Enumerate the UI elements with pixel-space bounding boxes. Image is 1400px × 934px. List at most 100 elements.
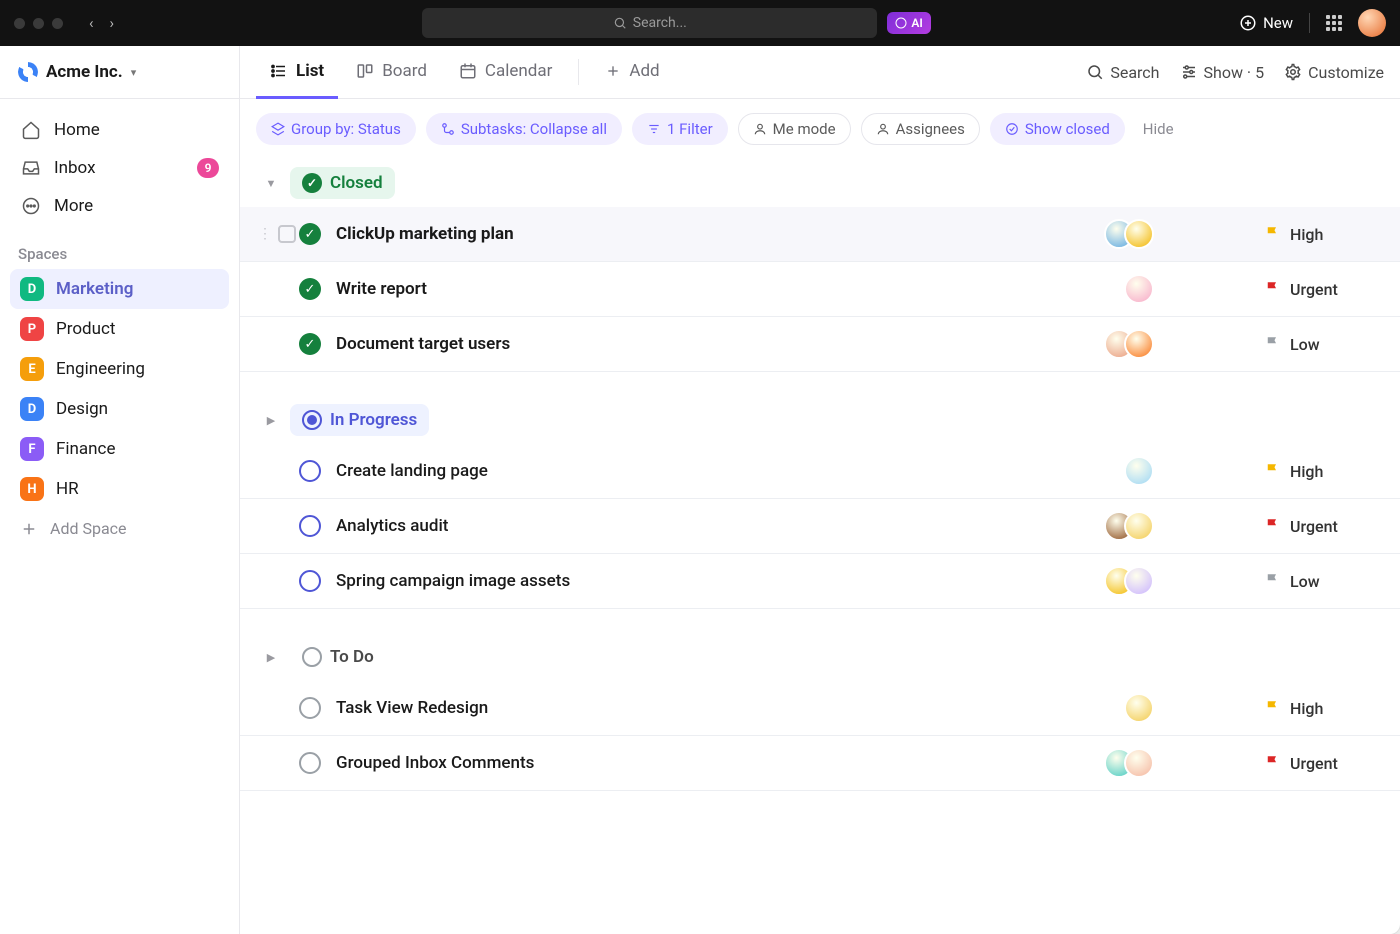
window-traffic-lights [14, 18, 63, 29]
priority[interactable]: High [1264, 462, 1384, 481]
assignees [1104, 748, 1154, 778]
view-show-label: Show · 5 [1204, 63, 1265, 82]
task-row[interactable]: ⋮⋮Task View RedesignHigh [240, 681, 1400, 736]
assignee-avatar[interactable] [1124, 693, 1154, 723]
caret-down-icon[interactable]: ▼ [262, 174, 280, 192]
task-row[interactable]: ⋮⋮Spring campaign image assetsLow [240, 554, 1400, 609]
task-row[interactable]: ⋮⋮Create landing pageHigh [240, 444, 1400, 499]
view-show[interactable]: Show · 5 [1180, 63, 1265, 82]
filter-show-closed[interactable]: Show closed [990, 113, 1125, 145]
calendar-icon [459, 62, 477, 80]
task-checkbox[interactable] [278, 225, 296, 243]
filter-subtasks[interactable]: Subtasks: Collapse all [426, 113, 622, 145]
filter-hide[interactable]: Hide [1143, 120, 1174, 138]
assignee-avatar[interactable] [1124, 566, 1154, 596]
progress-icon [302, 410, 322, 430]
assignee-avatar[interactable] [1124, 219, 1154, 249]
add-space-button[interactable]: Add Space [0, 509, 239, 548]
priority[interactable]: Low [1264, 335, 1384, 354]
filter-me-mode[interactable]: Me mode [738, 113, 851, 145]
back-icon[interactable]: ‹ [89, 14, 94, 32]
ai-button[interactable]: AI [887, 12, 930, 34]
filter-group-by[interactable]: Group by: Status [256, 113, 416, 145]
task-row[interactable]: ⋮⋮Grouped Inbox CommentsUrgent [240, 736, 1400, 791]
assignees [1104, 566, 1154, 596]
nav-inbox[interactable]: Inbox 9 [10, 149, 229, 187]
space-item-finance[interactable]: FFinance [10, 429, 229, 469]
priority[interactable]: Urgent [1264, 754, 1384, 773]
priority[interactable]: High [1264, 699, 1384, 718]
status-closed-icon[interactable]: ✓ [299, 223, 321, 245]
status-pill-in-progress[interactable]: In Progress [290, 404, 429, 436]
assignee-avatar[interactable] [1124, 456, 1154, 486]
nav-more[interactable]: More [10, 187, 229, 225]
status-todo-icon[interactable] [299, 752, 321, 774]
priority[interactable]: Low [1264, 572, 1384, 591]
task-row[interactable]: ⋮⋮Analytics auditUrgent [240, 499, 1400, 554]
task-row[interactable]: ⋮⋮✓Document target usersLow [240, 317, 1400, 372]
priority[interactable]: High [1264, 225, 1384, 244]
caret-right-icon[interactable]: ▶ [262, 648, 280, 666]
space-item-hr[interactable]: HHR [10, 469, 229, 509]
status-in-progress-icon[interactable] [299, 515, 321, 537]
inbox-badge: 9 [197, 158, 219, 178]
space-icon: P [20, 317, 44, 341]
status-closed-icon[interactable]: ✓ [299, 333, 321, 355]
global-search[interactable]: Search... [422, 8, 877, 38]
tab-add-view[interactable]: Add [591, 46, 673, 99]
check-icon: ✓ [302, 173, 322, 193]
assignee-avatar[interactable] [1124, 748, 1154, 778]
tab-list-label: List [296, 61, 324, 81]
new-button[interactable]: New [1239, 14, 1293, 32]
caret-right-icon[interactable]: ▶ [262, 411, 280, 429]
view-search[interactable]: Search [1086, 63, 1159, 82]
flag-icon [1264, 280, 1282, 298]
assignee-avatar[interactable] [1124, 511, 1154, 541]
spaces-list: DMarketingPProductEEngineeringDDesignFFi… [0, 269, 239, 509]
tab-board[interactable]: Board [342, 46, 441, 99]
view-tabs: List Board Calendar Add Search [240, 46, 1400, 99]
assignees [1104, 329, 1154, 359]
filter-assignees[interactable]: Assignees [861, 113, 980, 145]
tab-list[interactable]: List [256, 46, 338, 99]
tab-calendar[interactable]: Calendar [445, 46, 566, 99]
assignee-avatar[interactable] [1124, 329, 1154, 359]
space-icon: D [20, 277, 44, 301]
space-item-product[interactable]: PProduct [10, 309, 229, 349]
status-pill-closed[interactable]: ✓ Closed [290, 167, 395, 199]
space-item-engineering[interactable]: EEngineering [10, 349, 229, 389]
task-row[interactable]: ⋮⋮✓ClickUp marketing planHigh [240, 207, 1400, 262]
traffic-close-icon[interactable] [14, 18, 25, 29]
status-in-progress-icon[interactable] [299, 570, 321, 592]
nav-more-label: More [54, 196, 93, 216]
status-pill-todo[interactable]: To Do [290, 641, 386, 673]
status-in-progress-icon[interactable] [299, 460, 321, 482]
priority[interactable]: Urgent [1264, 280, 1384, 299]
status-todo-icon[interactable] [299, 697, 321, 719]
view-customize[interactable]: Customize [1284, 63, 1384, 82]
workspace-switcher[interactable]: Acme Inc. ▾ [0, 46, 239, 99]
task-name: Create landing page [336, 461, 1124, 481]
nav-home[interactable]: Home [10, 111, 229, 149]
traffic-zoom-icon[interactable] [52, 18, 63, 29]
space-icon: F [20, 437, 44, 461]
filter-filters[interactable]: 1 Filter [632, 113, 728, 145]
priority-label: Low [1290, 572, 1320, 591]
assignee-avatar[interactable] [1124, 274, 1154, 304]
me-mode-label: Me mode [773, 120, 836, 138]
user-avatar[interactable] [1358, 9, 1386, 37]
tab-add-label: Add [629, 61, 659, 81]
status-closed-icon[interactable]: ✓ [299, 278, 321, 300]
traffic-minimize-icon[interactable] [33, 18, 44, 29]
priority[interactable]: Urgent [1264, 517, 1384, 536]
apps-grid-icon[interactable] [1326, 15, 1342, 31]
add-space-label: Add Space [50, 519, 127, 538]
space-item-design[interactable]: DDesign [10, 389, 229, 429]
forward-icon[interactable]: › [110, 14, 115, 32]
layers-icon [271, 122, 285, 136]
view-search-label: Search [1110, 63, 1159, 82]
nav-home-label: Home [54, 120, 100, 140]
task-row[interactable]: ⋮⋮✓Write reportUrgent [240, 262, 1400, 317]
space-item-marketing[interactable]: DMarketing [10, 269, 229, 309]
flag-icon [1264, 517, 1282, 535]
